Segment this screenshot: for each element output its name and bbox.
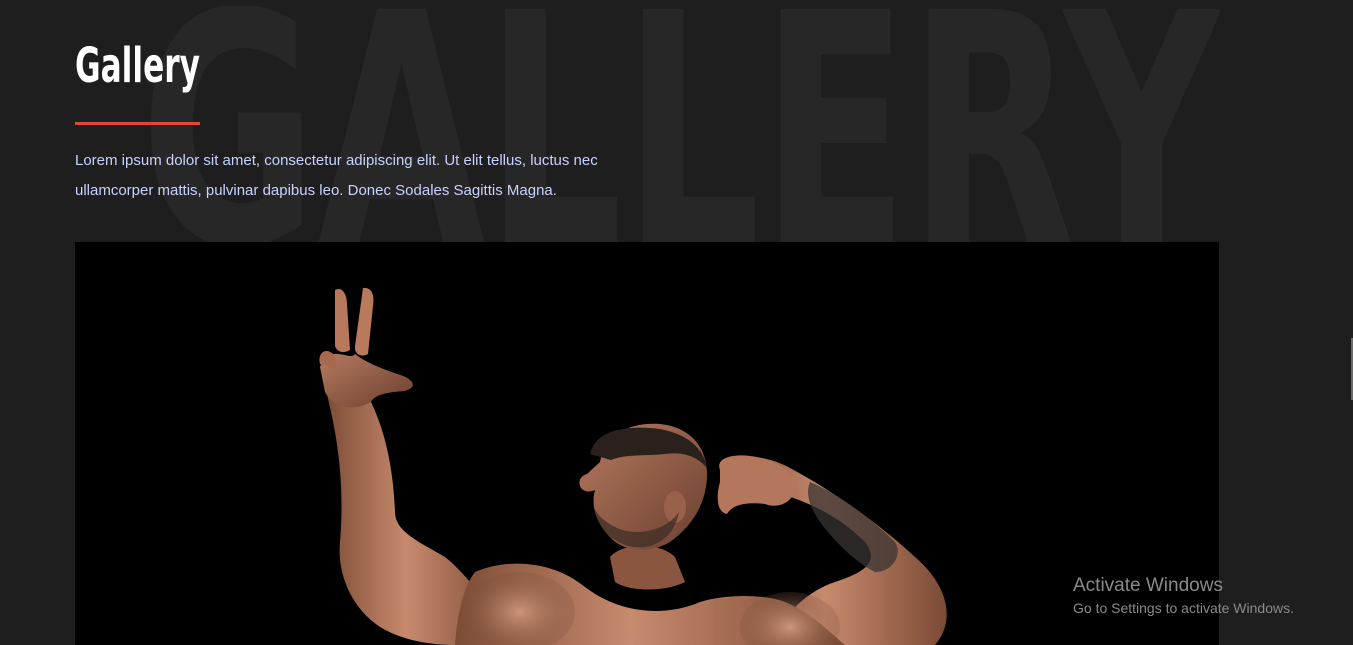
gallery-description: Lorem ipsum dolor sit amet, consectetur … [75,152,598,199]
gallery-hero-image [75,242,1219,645]
gallery-title-text: Gallery [75,38,200,94]
gallery-section: GALLERY Gallery Lorem ipsum dolor sit am… [0,0,1353,645]
gallery-watermark: GALLERY [140,6,1220,242]
head [579,423,707,590]
activation-title: Activate Windows [1073,575,1223,596]
windows-activation-notice: Activate Windows Go to Settings to activ… [1073,574,1294,618]
title-underline [75,122,200,125]
activation-subtitle: Go to Settings to activate Windows. [1073,600,1294,616]
scrollbar-track[interactable] [1348,0,1353,645]
gallery-watermark-text: GALLERY [140,6,1220,242]
gallery-title: Gallery [75,34,215,94]
